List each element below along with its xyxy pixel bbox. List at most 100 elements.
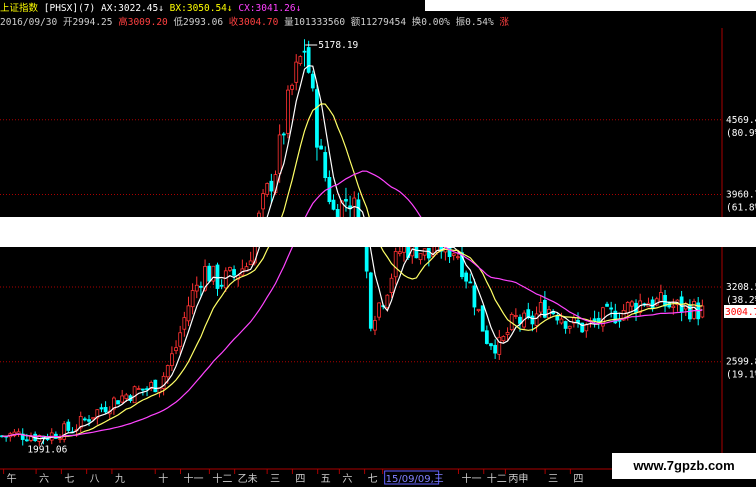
- max-label: 5178.19: [318, 40, 358, 51]
- candle-body: [207, 265, 212, 282]
- bar-amount: 额11279454: [350, 17, 407, 28]
- x-tick-label: 乙未: [238, 473, 258, 485]
- candle-body: [286, 89, 290, 134]
- x-tick-label: 五: [321, 474, 331, 485]
- candle-body: [103, 406, 108, 413]
- bar-low: 低2993.06: [173, 17, 224, 28]
- candle-body: [397, 251, 402, 255]
- candle-body: [120, 395, 125, 403]
- candle-body: [232, 269, 236, 276]
- candle-body: [493, 344, 498, 354]
- candle-body: [331, 199, 336, 210]
- candle-body: [625, 302, 630, 314]
- candle-body: [501, 336, 506, 342]
- ma-line-white: [1, 65, 703, 440]
- candle-body: [66, 421, 71, 431]
- bar-turnover: 换0.00%: [411, 17, 450, 28]
- candle-body: [567, 325, 572, 329]
- y-tick-pct: (38.2%): [726, 295, 756, 306]
- candle-body: [99, 407, 104, 410]
- candle-body: [323, 152, 328, 179]
- candle-body: [281, 133, 286, 136]
- candle-body: [277, 134, 282, 174]
- candle-body: [377, 302, 381, 318]
- header-line-1: 上证指数 [PHSX](7) AX:3022.45↓ BX:3050.54↓ C…: [0, 3, 302, 14]
- x-tick-label: 六: [39, 473, 49, 485]
- candle-body: [58, 438, 62, 440]
- candle-body: [480, 305, 485, 332]
- candle-body: [422, 248, 427, 256]
- candle-body: [174, 347, 178, 352]
- candle-body: [269, 180, 274, 192]
- candle-body: [559, 318, 564, 324]
- candle-body: [315, 89, 319, 148]
- candle-body: [261, 193, 265, 210]
- candle-body: [609, 307, 614, 310]
- y-tick-label: 4569.4: [726, 115, 756, 126]
- candle-body: [186, 305, 191, 322]
- white-occlusion-top: [425, 0, 756, 11]
- candle-body: [194, 284, 199, 292]
- candle-body: [402, 245, 406, 253]
- index-code: [PHSX]: [43, 3, 79, 14]
- x-tick-label: 六: [342, 473, 352, 485]
- candle-body: [368, 272, 373, 329]
- candle-body: [124, 394, 129, 399]
- candle-body: [700, 305, 705, 318]
- watermark: www.7gpzb.com: [612, 453, 756, 479]
- x-tick-label: 三: [548, 474, 558, 485]
- candle-body: [24, 439, 29, 442]
- candle-body: [451, 253, 456, 256]
- candle-body: [389, 277, 394, 294]
- candle-body: [455, 256, 460, 259]
- candle-body: [190, 290, 195, 308]
- candle-body: [91, 417, 96, 420]
- candle-body: [170, 353, 174, 366]
- candle-body: [563, 321, 568, 329]
- candle-body: [302, 50, 307, 53]
- candle-body: [489, 343, 493, 347]
- candle-body: [165, 365, 170, 378]
- candle-body: [223, 270, 228, 289]
- bar-date: 2016/09/30: [0, 17, 58, 28]
- candle-body: [199, 285, 203, 288]
- bar-close: 收3004.70: [228, 17, 279, 28]
- candle-body: [555, 315, 560, 321]
- candle-body: [141, 388, 145, 391]
- candle-body: [219, 284, 224, 287]
- index-param: (7): [78, 3, 96, 14]
- bar-amplitude: 振0.54%: [455, 17, 494, 28]
- candle-body: [248, 260, 253, 266]
- candle-body: [418, 253, 423, 261]
- candle-body: [530, 315, 535, 325]
- candle-body: [464, 272, 469, 282]
- candle-body: [605, 303, 609, 307]
- last-price-label: 3004.7: [725, 307, 756, 318]
- x-tick-label: 七: [368, 473, 378, 485]
- x-tick-label: 十: [158, 472, 168, 485]
- bar-volume: 量101333560: [284, 17, 346, 28]
- candle-body: [513, 315, 518, 317]
- candle-body: [319, 145, 323, 150]
- bar-high: 高3009.20: [118, 17, 168, 28]
- candle-body: [132, 386, 137, 404]
- header-line-2: 2016/09/30 开2994.25 高3009.20 低2993.06 收3…: [0, 17, 509, 29]
- candle-body: [306, 47, 311, 73]
- x-tick-label: 三: [270, 474, 280, 485]
- candle-body: [327, 176, 332, 203]
- x-tick-label: 四: [573, 474, 583, 485]
- y-tick-label: 3960.7: [726, 190, 756, 201]
- bar-change: 涨: [499, 17, 509, 28]
- bar-open: 开2994.25: [62, 17, 113, 28]
- cx-value: 3041.26: [255, 3, 296, 14]
- candle-body: [426, 247, 431, 259]
- candle-body: [472, 285, 477, 308]
- candle-body: [136, 388, 141, 390]
- candle-body: [294, 61, 299, 83]
- y-tick-label: 2599.8: [726, 357, 756, 368]
- x-tick-label: 丙申: [508, 472, 528, 485]
- candle-body: [178, 332, 183, 347]
- index-name: 上证指数: [0, 3, 39, 14]
- y-tick-label: 3208.5: [726, 282, 756, 293]
- candle-body: [385, 294, 390, 308]
